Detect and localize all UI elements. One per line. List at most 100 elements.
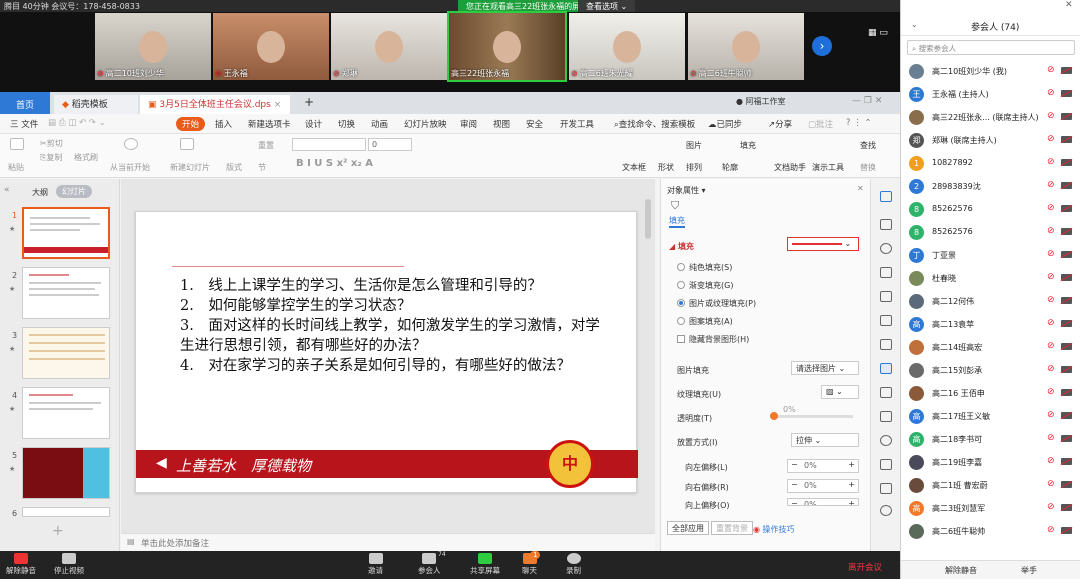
close-props-icon[interactable]: ✕ xyxy=(857,184,864,193)
image-icon[interactable] xyxy=(880,459,892,470)
quick-access-icons[interactable]: ▤ ⎙ ◫ ↶ ↷ ⌄ xyxy=(48,118,106,128)
menu-design[interactable]: 设计 xyxy=(305,118,322,130)
unmute-button[interactable]: 解除静音 xyxy=(6,553,36,576)
camera-off-icon[interactable] xyxy=(1061,159,1072,166)
offset-up-stepper[interactable]: −0% + xyxy=(787,498,859,506)
share-screen-button[interactable]: 共享屏幕 xyxy=(470,553,500,576)
participant-row[interactable]: 高二12何伟 ⊘ xyxy=(901,290,1080,313)
participant-row[interactable]: 高二19班李嘉 ⊘ xyxy=(901,451,1080,474)
leave-meeting-button[interactable]: 离开会议 xyxy=(848,561,882,573)
participant-row[interactable]: 8 85262576 ⊘ xyxy=(901,221,1080,244)
replace-button[interactable]: 替换 xyxy=(860,162,876,173)
video-tile[interactable]: ⊘ 郑琳 xyxy=(331,13,447,80)
camera-off-icon[interactable] xyxy=(1061,458,1072,465)
slide-question-list[interactable]: 1. 线上上课学生的学习、生活你是怎么管理和引导的？ 2. 如何能够掌控学生的学… xyxy=(180,276,600,376)
mic-muted-icon[interactable]: ⊘ xyxy=(1047,134,1055,144)
picture-fill-select[interactable]: 请选择图片 ⌄ xyxy=(791,361,859,375)
paste-icon[interactable] xyxy=(10,138,24,150)
chart-icon[interactable] xyxy=(880,339,892,350)
stop-video-button[interactable]: 停止视频 xyxy=(54,553,84,576)
window-controls[interactable]: — ❐ ✕ xyxy=(852,96,882,106)
outline-button[interactable]: 轮廓 xyxy=(722,162,738,173)
menu-start[interactable]: 开始 xyxy=(176,117,206,131)
cut-button[interactable]: ✂剪切 xyxy=(40,138,63,149)
close-panel-icon[interactable]: ✕ xyxy=(1065,0,1073,10)
camera-off-icon[interactable] xyxy=(1061,251,1072,258)
transparency-slider-thumb[interactable] xyxy=(770,412,778,420)
grid-icon[interactable] xyxy=(880,315,892,326)
section-button[interactable]: 节 xyxy=(258,162,266,173)
unmute-all-button[interactable]: 解除静音 xyxy=(945,565,977,576)
camera-off-icon[interactable] xyxy=(1061,182,1072,189)
next-page-arrow-icon[interactable]: › xyxy=(812,36,832,56)
mic-muted-icon[interactable]: ⊘ xyxy=(1047,318,1055,328)
find-button[interactable]: 查找 xyxy=(860,140,876,151)
menu-review[interactable]: 审阅 xyxy=(460,118,477,130)
participant-row[interactable]: 高高二13袁苹 ⊘ xyxy=(901,313,1080,336)
menu-developer[interactable]: 开发工具 xyxy=(560,118,594,130)
properties-icon[interactable] xyxy=(880,363,892,374)
mic-muted-icon[interactable]: ⊘ xyxy=(1047,341,1055,351)
mic-muted-icon[interactable]: ⊘ xyxy=(1047,387,1055,397)
camera-off-icon[interactable] xyxy=(1061,481,1072,488)
mic-muted-icon[interactable]: ⊘ xyxy=(1047,180,1055,190)
participant-row[interactable]: 高二1班 曹宏蔚 ⊘ xyxy=(901,474,1080,497)
play-icon[interactable] xyxy=(124,138,138,150)
participant-search-input[interactable]: ⌕ 搜索参会人 xyxy=(907,40,1075,55)
participant-row[interactable]: 1 10827892 ⊘ xyxy=(901,152,1080,175)
presentation-tools-button[interactable]: 演示工具 xyxy=(812,162,844,173)
radio-pattern-fill[interactable] xyxy=(677,317,685,325)
participant-row[interactable]: 高二15刘彭承 ⊘ xyxy=(901,359,1080,382)
sync-status[interactable]: ☁已同步 xyxy=(708,118,742,130)
fill-section-header[interactable]: ◢ 填充 xyxy=(669,241,694,252)
notes-pane[interactable]: ▤ 单击此处添加备注 xyxy=(121,533,655,551)
picture-button[interactable]: 图片 xyxy=(686,140,702,151)
participant-row[interactable]: 8 85262576 ⊘ xyxy=(901,198,1080,221)
add-slide-icon[interactable]: + xyxy=(52,523,64,539)
mic-muted-icon[interactable]: ⊘ xyxy=(1047,479,1055,489)
participants-button[interactable]: 参会人 74 xyxy=(418,551,446,576)
fill-color-select[interactable]: ⌄ xyxy=(787,237,859,251)
mic-muted-icon[interactable]: ⊘ xyxy=(1047,249,1055,259)
participant-row[interactable]: 高二6班牛聪帅 ⊘ xyxy=(901,520,1080,543)
fill-button[interactable]: 填充 xyxy=(740,140,756,151)
layout-grid-icon[interactable]: ▦ xyxy=(868,28,877,38)
mic-muted-icon[interactable]: ⊘ xyxy=(1047,364,1055,374)
apply-all-button[interactable]: 全部应用 xyxy=(667,521,709,535)
menu-slideshow[interactable]: 幻灯片放映 xyxy=(404,118,447,130)
outline-tab[interactable]: 大纲 xyxy=(32,187,48,198)
camera-off-icon[interactable] xyxy=(1061,297,1072,304)
mic-muted-icon[interactable]: ⊘ xyxy=(1047,410,1055,420)
participant-row[interactable]: 郑郑琳 (联席主持人) ⊘ xyxy=(901,129,1080,152)
record-button[interactable]: 录制 xyxy=(566,553,581,576)
video-tile[interactable]: ⊘ 高二6班牛聪帅 xyxy=(688,13,804,80)
menu-file[interactable]: 三 文件 xyxy=(10,118,38,130)
format-buttons[interactable]: B I U S x² x₂ A xyxy=(296,158,373,169)
tab-home[interactable]: 首页 xyxy=(0,92,50,114)
tab-template[interactable]: ◆ 稻壳模板 xyxy=(54,95,138,114)
camera-off-icon[interactable] xyxy=(1061,228,1072,235)
props-title[interactable]: 对象属性 ▾ xyxy=(667,185,706,196)
collapse-panel-icon[interactable]: « xyxy=(4,185,10,195)
mic-muted-icon[interactable]: ⊘ xyxy=(1047,272,1055,282)
tab-document[interactable]: ▣ 3月5日全体班主任会议.dps × xyxy=(140,95,290,114)
shape-button[interactable]: 形状 xyxy=(658,162,674,173)
camera-off-icon[interactable] xyxy=(1061,412,1072,419)
paste-special-icon[interactable] xyxy=(880,387,892,398)
video-tile-active-speaker[interactable]: 高三22班张永福 xyxy=(447,11,567,82)
format-painter-button[interactable]: 格式刷 xyxy=(74,152,98,163)
tab-close-icon[interactable]: × xyxy=(274,100,282,110)
dots-icon[interactable] xyxy=(880,483,892,494)
participant-row[interactable]: 高二14班高宏 ⊘ xyxy=(901,336,1080,359)
slide-thumbnail-1[interactable] xyxy=(22,207,110,259)
camera-off-icon[interactable] xyxy=(1061,113,1072,120)
camera-off-icon[interactable] xyxy=(1061,343,1072,350)
video-tile[interactable]: ⊘ 高二6班朱光耀 xyxy=(569,13,685,80)
slide-thumbnail-6[interactable] xyxy=(22,507,110,517)
location-icon[interactable] xyxy=(880,243,892,254)
reset-button[interactable]: 重置 xyxy=(258,140,274,151)
chevron-down-icon[interactable]: ⌄ xyxy=(911,20,918,29)
radio-gradient-fill[interactable] xyxy=(677,281,685,289)
font-size-select[interactable]: 0 xyxy=(368,138,412,151)
comment-button[interactable]: ▢批注 xyxy=(808,118,833,130)
